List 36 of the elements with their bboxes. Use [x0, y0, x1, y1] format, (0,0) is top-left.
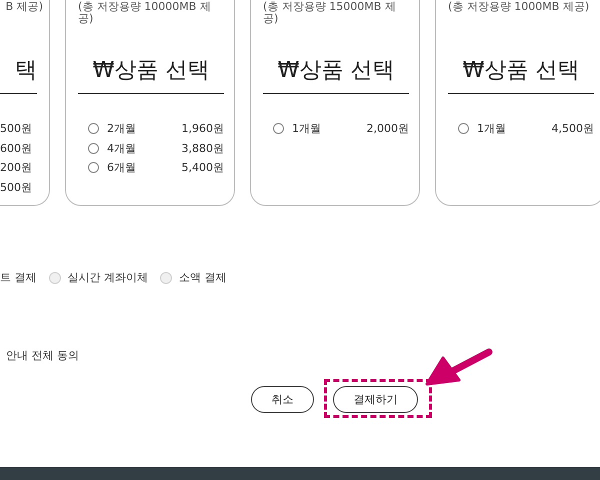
payment-method-label: 소액 결제 [179, 270, 226, 285]
price-label: 2,000원 [366, 121, 409, 136]
card-title: ₩상품 선택 [263, 55, 409, 94]
radio-button[interactable] [88, 142, 99, 154]
period-label: 6개월 [107, 160, 137, 176]
storage-note: (총 저장용량 1000MB 제공) [448, 1, 590, 15]
payment-method-label: 실시간 계좌이체 [68, 270, 148, 285]
price-label: 200원 [0, 160, 32, 176]
card-title: ₩상품 선택 [78, 55, 224, 94]
period-label: 1개월 [477, 121, 507, 136]
radio-button[interactable] [88, 162, 99, 174]
price-label: 4,500원 [552, 121, 594, 136]
price-label: 3,880원 [182, 140, 224, 156]
agreement-label: 안내 전체 동의 [6, 348, 79, 363]
price-label: 500원 [0, 180, 32, 195]
payment-method-label: 트 결제 [0, 270, 36, 285]
radio-button[interactable] [88, 123, 99, 134]
card-title: 택 [0, 55, 37, 94]
cancel-button[interactable]: 취소 [251, 386, 314, 413]
pay-button[interactable]: 결제하기 [333, 386, 418, 413]
period-label: 4개월 [107, 140, 137, 156]
card-title: ₩상품 선택 [448, 55, 594, 94]
storage-note: (총 저장용량 15000MB 제공) [263, 1, 397, 25]
radio-button[interactable] [160, 272, 172, 284]
storage-note: (총 저장용량 10000MB 제공) [78, 1, 212, 25]
pointer-arrow [426, 348, 492, 386]
price-label: 5,400원 [182, 160, 224, 176]
period-label: 2개월 [107, 121, 137, 136]
price-label: 500원 [0, 121, 32, 136]
storage-note: B 제공) [6, 1, 43, 15]
radio-button[interactable] [458, 123, 469, 134]
period-label: 1개월 [292, 121, 322, 136]
price-label: 600원 [0, 140, 32, 156]
radio-button[interactable] [273, 123, 284, 134]
price-label: 1,960원 [182, 121, 224, 136]
radio-button[interactable] [48, 272, 60, 284]
